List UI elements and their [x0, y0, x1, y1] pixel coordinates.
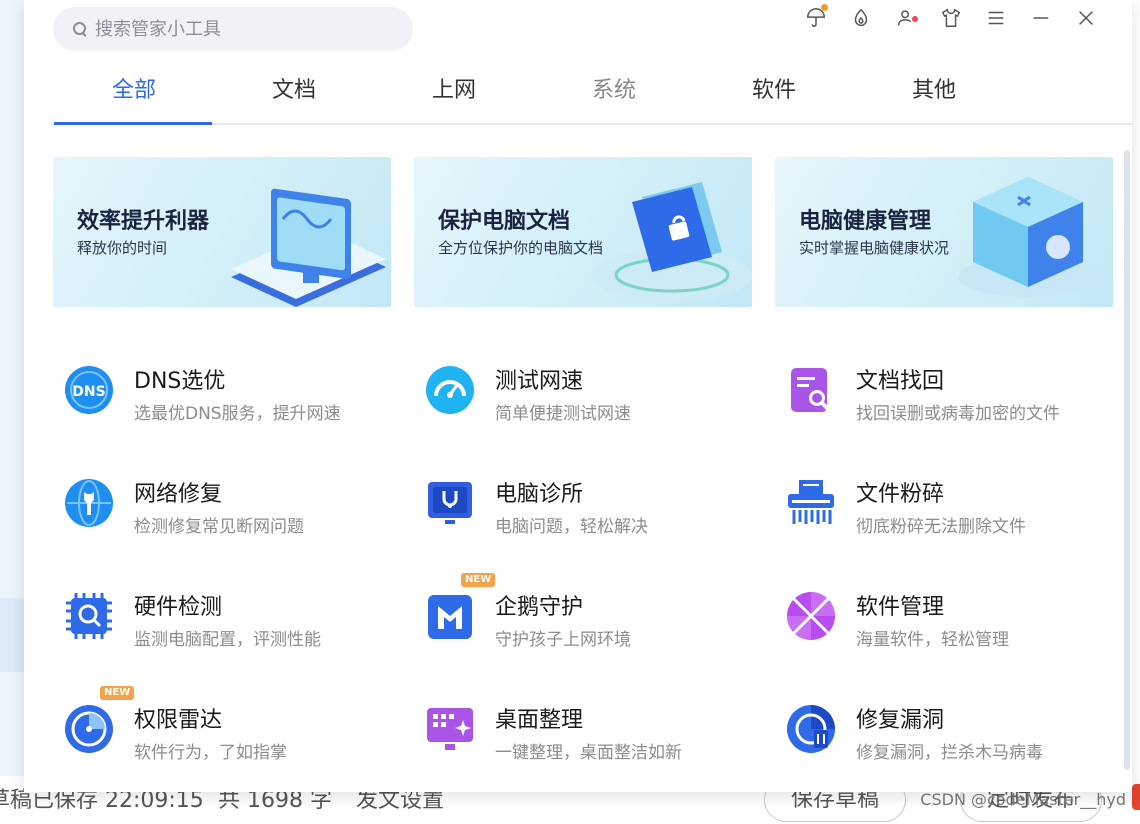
- tool-desc: 守护孩子上网环境: [495, 630, 631, 650]
- search-icon: [73, 22, 87, 36]
- monitor-illustration: [231, 188, 386, 307]
- banner-row: 效率提升利器 释放你的时间 保护电脑文档 全方位保护你的电脑文档 电脑健康管理 …: [53, 157, 1115, 307]
- tool-doc-recovery[interactable]: 文档找回 找回误删或病毒加密的文件: [786, 343, 1126, 433]
- tool-name: 桌面整理: [495, 708, 584, 733]
- tool-desc: 彻底粉碎无法删除文件: [856, 517, 1026, 537]
- background-left-panel: [0, 0, 24, 824]
- background-band: [0, 598, 24, 672]
- tool-name: 硬件检测: [134, 595, 223, 620]
- tool-desc: 海量软件，轻松管理: [856, 630, 1009, 650]
- tool-desc: 一键整理，桌面整洁如新: [495, 743, 682, 763]
- alert-dot: [912, 16, 918, 22]
- tool-software-manager[interactable]: 软件管理 海量软件，轻松管理: [786, 569, 1126, 659]
- cube-illustration: [958, 177, 1098, 297]
- tool-desktop-organize[interactable]: 桌面整理 一键整理，桌面整洁如新: [425, 682, 765, 772]
- new-badge: NEW: [100, 686, 135, 700]
- window-controls: [793, 4, 1108, 32]
- tool-file-shredder[interactable]: 文件粉碎 彻底粉碎无法删除文件: [786, 456, 1126, 546]
- tool-dns[interactable]: DNS DNS选优 选最优DNS服务，提升网速: [64, 343, 404, 433]
- tool-name: DNS选优: [134, 369, 226, 394]
- tool-permission-radar[interactable]: NEW 权限雷达 软件行为，了如指掌: [64, 682, 404, 772]
- stethoscope-monitor-icon: [425, 478, 475, 528]
- screen: 草稿已保存 22:09:15 共 1698 字 发文设置 保存草稿 定时发布 C…: [0, 0, 1140, 824]
- tool-fix-vulnerabilities[interactable]: 修复漏洞 修复漏洞，拦杀木马病毒: [786, 682, 1126, 772]
- tool-desc: 找回误删或病毒加密的文件: [856, 404, 1060, 424]
- close-icon[interactable]: [1063, 4, 1108, 32]
- banner-health[interactable]: 电脑健康管理 实时掌握电脑健康状况: [775, 157, 1113, 307]
- new-badge: NEW: [461, 573, 496, 587]
- radar-icon: [64, 704, 114, 754]
- banner-title: 保护电脑文档: [438, 209, 571, 234]
- tool-desc: 选最优DNS服务，提升网速: [134, 404, 341, 424]
- toolbox-window: 全部 文档 上网 系统 软件 其他 效率提升利器 释放你的时间: [24, 0, 1132, 792]
- chip-search-icon: [64, 591, 114, 641]
- skin-shirt-icon[interactable]: [928, 4, 973, 32]
- tab-all[interactable]: 全部: [54, 64, 214, 125]
- tool-name: 修复漏洞: [856, 708, 945, 733]
- minimize-icon[interactable]: [1018, 4, 1063, 32]
- dns-icon: DNS: [64, 365, 114, 415]
- tool-desc: 检测修复常见断网问题: [134, 517, 304, 537]
- tab-system[interactable]: 系统: [534, 64, 694, 123]
- tool-name: 文件粉碎: [856, 482, 945, 507]
- tool-desc: 修复漏洞，拦杀木马病毒: [856, 743, 1043, 763]
- tool-name: 企鹅守护: [495, 595, 584, 620]
- tool-name: 网络修复: [134, 482, 223, 507]
- tool-penguin-guard[interactable]: NEW 企鹅守护 守护孩子上网环境: [425, 569, 765, 659]
- tool-name: 权限雷达: [134, 708, 223, 733]
- background-red-button[interactable]: [1132, 784, 1140, 810]
- banner-protect-docs[interactable]: 保护电脑文档 全方位保护你的电脑文档: [414, 157, 752, 307]
- banner-title: 效率提升利器: [77, 209, 210, 234]
- tool-hardware-check[interactable]: 硬件检测 监测电脑配置，评测性能: [64, 569, 404, 659]
- tool-speed-test[interactable]: 测试网速 简单便捷测试网速: [425, 343, 765, 433]
- tool-name: 测试网速: [495, 369, 584, 394]
- svg-text:DNS: DNS: [72, 384, 105, 400]
- network-wrench-icon: [64, 478, 114, 528]
- app-manager-icon: [786, 591, 836, 641]
- tool-network-repair[interactable]: 网络修复 检测修复常见断网问题: [64, 456, 404, 546]
- tool-name: 软件管理: [856, 595, 945, 620]
- flame-icon[interactable]: [838, 4, 883, 32]
- umbrella-icon[interactable]: [793, 4, 838, 32]
- tool-desc: 电脑问题，轻松解决: [495, 517, 648, 537]
- search-input[interactable]: [95, 18, 385, 40]
- banner-subtitle: 释放你的时间: [77, 239, 168, 257]
- watermark: CSDN @codeMaster__hyd: [920, 790, 1126, 809]
- banner-efficiency[interactable]: 效率提升利器 释放你的时间: [53, 157, 391, 307]
- shredder-icon: [786, 478, 836, 528]
- tab-internet[interactable]: 上网: [374, 64, 534, 123]
- banner-title: 电脑健康管理: [799, 209, 932, 234]
- tool-pc-clinic[interactable]: 电脑诊所 电脑问题，轻松解决: [425, 456, 765, 546]
- tool-desc: 监测电脑配置，评测性能: [134, 630, 321, 650]
- document-search-icon: [786, 365, 836, 415]
- tab-software[interactable]: 软件: [694, 64, 854, 123]
- tool-desc: 简单便捷测试网速: [495, 404, 631, 424]
- user-icon[interactable]: [883, 4, 928, 32]
- banner-subtitle: 实时掌握电脑健康状况: [799, 239, 950, 257]
- shield-m-icon: [425, 591, 475, 641]
- tab-documents[interactable]: 文档: [214, 64, 374, 123]
- category-tabs: 全部 文档 上网 系统 软件 其他: [54, 64, 1132, 125]
- desktop-grid-icon: [425, 704, 475, 754]
- vulnerability-fix-icon: [786, 704, 836, 754]
- tool-name: 电脑诊所: [495, 482, 584, 507]
- folder-lock-illustration: [592, 182, 752, 301]
- tool-desc: 软件行为，了如指掌: [134, 743, 287, 763]
- tab-other[interactable]: 其他: [854, 64, 1014, 123]
- tool-name: 文档找回: [856, 369, 945, 394]
- menu-icon[interactable]: [973, 4, 1018, 32]
- speedometer-icon: [425, 365, 475, 415]
- banner-subtitle: 全方位保护你的电脑文档: [438, 239, 604, 257]
- notification-dot: [821, 4, 828, 11]
- search-box[interactable]: [53, 7, 413, 51]
